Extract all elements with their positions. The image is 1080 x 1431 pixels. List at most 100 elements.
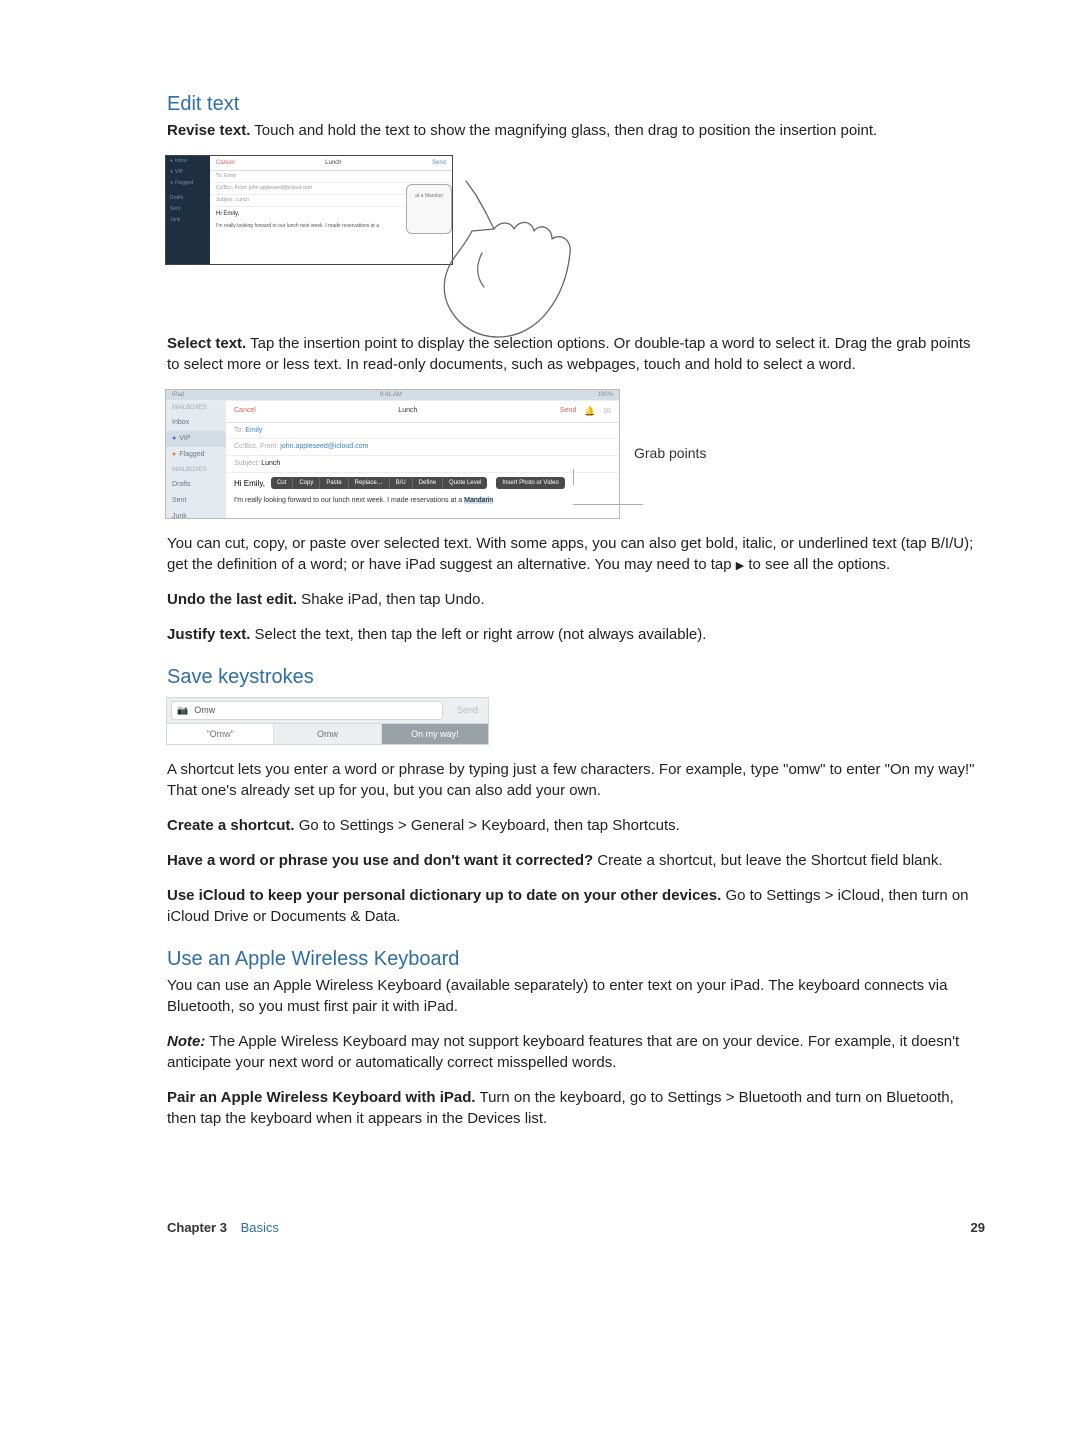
ipad-mail-compose-selection: iPad 9:41 AM 100% MAILBOXES Inbox VIP Fl… xyxy=(165,389,620,519)
para-note: Note: The Apple Wireless Keyboard may no… xyxy=(167,1031,985,1073)
sidebar-flagged: Flagged xyxy=(166,447,226,463)
sidebar-vip: VIP xyxy=(166,167,210,178)
body-dont: Create a shortcut, but leave the Shortcu… xyxy=(593,852,942,869)
heading-save-keystrokes: Save keystrokes xyxy=(167,663,985,691)
menu-biu: B/U xyxy=(390,477,413,489)
cc-label: Cc/Bcc, From: xyxy=(234,443,280,450)
sidebar-section: MAILBOXES xyxy=(166,401,226,415)
lead-create: Create a shortcut. xyxy=(167,817,295,834)
sidebar-drafts: Drafts xyxy=(166,193,210,204)
para-shortcut: A shortcut lets you enter a word or phra… xyxy=(167,759,985,801)
quicktype-bar: "Omw" Omw On my way! xyxy=(167,723,488,745)
menu-paste: Paste xyxy=(320,477,348,489)
body-justify: Select the text, then tap the left or ri… xyxy=(250,626,706,643)
compose-pane: Cancel Lunch Send 🔔 ✉︎ To: Emily Cc/Bcc,… xyxy=(226,401,619,518)
lead-note: Note: xyxy=(167,1033,205,1050)
mail-sidebar: Inbox VIP Flagged Drafts Sent Junk xyxy=(166,156,210,264)
triangle-icon: ▶ xyxy=(736,559,744,574)
para-dont: Have a word or phrase you use and don't … xyxy=(167,850,985,871)
body-text: I'm really looking forward to our lunch … xyxy=(234,497,464,504)
para-icloud: Use iCloud to keep your personal diction… xyxy=(167,885,985,927)
lead-pair: Pair an Apple Wireless Keyboard with iPa… xyxy=(167,1089,476,1106)
heading-wireless: Use an Apple Wireless Keyboard xyxy=(167,945,985,973)
send-button: Send xyxy=(432,159,446,167)
ipad-mail-compose-small: Inbox VIP Flagged Drafts Sent Junk Cance… xyxy=(165,155,453,265)
sidebar-inbox: Inbox xyxy=(166,156,210,167)
body-create: Go to Settings > General > Keyboard, the… xyxy=(295,817,680,834)
suggestion-3: On my way! xyxy=(382,724,488,745)
context-menu: Cut Copy Paste Replace… B/U Define Quote… xyxy=(271,477,487,489)
para-justify: Justify text. Select the text, then tap … xyxy=(167,624,985,645)
to-value: Emily xyxy=(245,427,262,434)
lead-select: Select text. xyxy=(167,335,246,352)
menu-cut: Cut xyxy=(271,477,293,489)
bell-icon: 🔔 xyxy=(584,405,595,418)
body-note: The Apple Wireless Keyboard may not supp… xyxy=(167,1033,959,1071)
callout-grab-points: Grab points xyxy=(634,444,706,464)
suggestion-2: Omw xyxy=(274,724,381,745)
figure-selection: iPad 9:41 AM 100% MAILBOXES Inbox VIP Fl… xyxy=(165,389,985,519)
send-button: Send xyxy=(560,406,576,416)
sidebar-junk: Junk xyxy=(166,215,210,226)
heading-edit-text: Edit text xyxy=(167,90,985,118)
lead-revise: Revise text. xyxy=(167,122,250,139)
sidebar-section2: MAILBOXES xyxy=(166,463,226,477)
sidebar-vip: VIP xyxy=(166,431,226,447)
para-undo: Undo the last edit. Shake iPad, then tap… xyxy=(167,589,985,610)
sidebar-sent: Sent xyxy=(166,493,226,509)
message-input: 📷 Omw xyxy=(171,701,443,720)
compose-title: Lunch xyxy=(398,406,417,416)
greeting: Hi Emily, xyxy=(234,478,265,489)
status-battery: 100% xyxy=(598,391,613,399)
compose-pane: Cancel Lunch Send To: Emily Cc/Bcc, From… xyxy=(210,156,452,264)
para-create: Create a shortcut. Go to Settings > Gene… xyxy=(167,815,985,836)
cc-value: john.appleseed@icloud.com xyxy=(280,443,368,450)
footer-basics: Basics xyxy=(241,1220,279,1235)
sidebar-inbox: Inbox xyxy=(166,415,226,431)
menu-insert: Insert Photo or Video xyxy=(496,477,564,489)
para-cut: You can cut, copy, or paste over selecte… xyxy=(167,533,985,575)
menu-define: Define xyxy=(413,477,443,489)
hand-illustration xyxy=(463,155,598,315)
selected-word: Mandarin xyxy=(464,497,493,504)
page-footer: Chapter 3 Basics 29 xyxy=(167,1219,985,1237)
para-revise: Revise text. Touch and hold the text to … xyxy=(167,120,985,141)
para-wk1: You can use an Apple Wireless Keyboard (… xyxy=(167,975,985,1017)
suggestion-1: "Omw" xyxy=(167,724,274,745)
mail-sidebar: MAILBOXES Inbox VIP Flagged MAILBOXES Dr… xyxy=(166,401,226,518)
body-cut-b: to see all the options. xyxy=(744,556,890,573)
cancel-button: Cancel xyxy=(234,406,256,416)
figure-magnifier: Inbox VIP Flagged Drafts Sent Junk Cance… xyxy=(165,155,985,315)
camera-icon: 📷 xyxy=(177,704,188,717)
lead-dont: Have a word or phrase you use and don't … xyxy=(167,852,593,869)
status-time: 9:41 AM xyxy=(380,391,402,399)
sidebar-sent: Sent xyxy=(166,204,210,215)
subject-label: Subject: xyxy=(234,460,261,467)
menu-copy: Copy xyxy=(293,477,320,489)
sidebar-junk: Junk xyxy=(166,509,226,525)
status-left: iPad xyxy=(172,391,184,399)
menu-quote: Quote Level xyxy=(443,477,487,489)
body-undo: Shake iPad, then tap Undo. xyxy=(297,591,485,608)
callout-line-h xyxy=(573,485,643,505)
figure-shortcut: 📷 Omw Send "Omw" Omw On my way! xyxy=(166,697,489,745)
lead-icloud: Use iCloud to keep your personal diction… xyxy=(167,887,721,904)
body-revise: Touch and hold the text to show the magn… xyxy=(250,122,877,139)
sidebar-flagged: Flagged xyxy=(166,178,210,189)
compose-title: Lunch xyxy=(325,159,341,167)
para-pair: Pair an Apple Wireless Keyboard with iPa… xyxy=(167,1087,985,1129)
lead-undo: Undo the last edit. xyxy=(167,591,297,608)
callout-line-v xyxy=(573,469,574,485)
body-line: I'm really looking forward to our lunch … xyxy=(226,493,619,509)
sidebar-drafts: Drafts xyxy=(166,477,226,493)
lead-justify: Justify text. xyxy=(167,626,250,643)
input-text: Omw xyxy=(194,704,215,717)
trash-icon: ✉︎ xyxy=(603,405,611,418)
subject-value: Lunch xyxy=(261,460,280,467)
to-field: To: Emily xyxy=(210,171,452,183)
cancel-button: Cancel xyxy=(216,159,235,167)
footer-chapter: Chapter 3 xyxy=(167,1220,227,1235)
menu-replace: Replace… xyxy=(349,477,390,489)
to-label: To: xyxy=(234,427,245,434)
send-label: Send xyxy=(447,698,488,723)
